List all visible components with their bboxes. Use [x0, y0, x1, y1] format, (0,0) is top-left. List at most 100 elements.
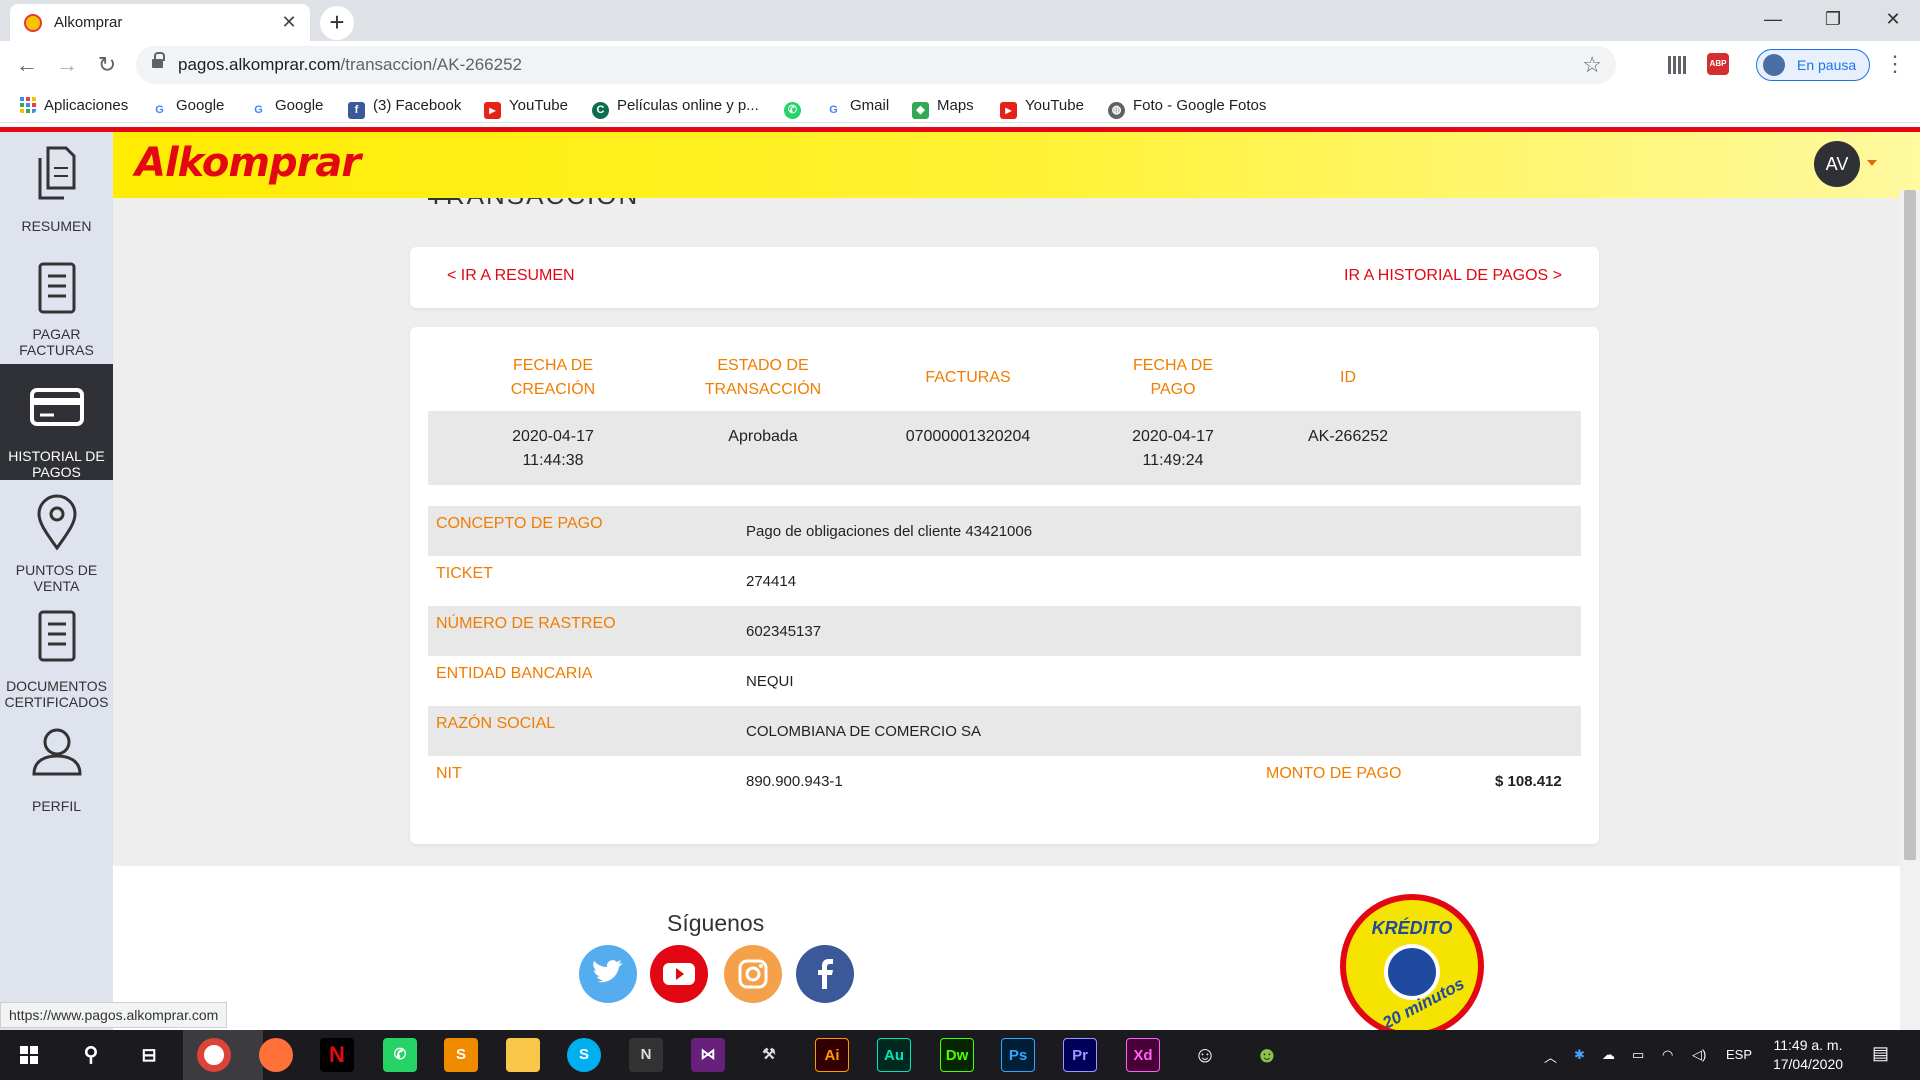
task-view-icon[interactable]: ⊟: [132, 1038, 166, 1072]
bookmark-youtube-1[interactable]: ▶ YouTube: [484, 96, 568, 119]
payment-amount-value: $ 108.412: [1495, 773, 1562, 790]
page-scrollbar[interactable]: [1900, 190, 1920, 1030]
payment-datetime: 2020-04-17 11:49:24: [1132, 428, 1214, 469]
detail-value: 890.900.943-1: [746, 773, 843, 790]
site-footer: Síguenos KRÉDITO En 20 minutos: [113, 866, 1900, 1030]
window-close-icon[interactable]: ✕: [1870, 4, 1916, 34]
bookmark-google-fotos[interactable]: ◍ Foto - Google Fotos: [1108, 96, 1266, 119]
bookmark-youtube-2[interactable]: ▶ YouTube: [1000, 96, 1084, 119]
transaction-card: FECHA DE CREACIÓN ESTADO DE TRANSACCIÓN …: [410, 327, 1599, 844]
bookmark-whatsapp[interactable]: ✆: [784, 96, 809, 119]
skype-icon[interactable]: S: [567, 1038, 601, 1072]
language-indicator[interactable]: ESP: [1726, 1047, 1752, 1062]
restore-icon[interactable]: ❐: [1810, 4, 1856, 34]
kredito-badge[interactable]: KRÉDITO En 20 minutos: [1340, 894, 1484, 1030]
table-row: 2020-04-17 11:44:38 Aprobada 07000001320…: [428, 411, 1581, 485]
detail-label: ENTIDAD BANCARIA: [436, 665, 593, 682]
search-icon[interactable]: ⚲: [74, 1038, 108, 1072]
chrome-icon[interactable]: [197, 1038, 231, 1072]
bookmark-maps[interactable]: ◆ Maps: [912, 96, 974, 119]
user-avatar[interactable]: AV: [1814, 141, 1860, 187]
new-tab-button[interactable]: +: [320, 6, 354, 40]
minimize-icon[interactable]: —: [1750, 4, 1796, 34]
forward-arrow-icon[interactable]: →: [52, 51, 82, 79]
twitter-icon[interactable]: [579, 945, 637, 1003]
column-header: ID: [1340, 369, 1356, 386]
firefox-icon[interactable]: [259, 1038, 293, 1072]
battery-icon[interactable]: ▭: [1632, 1047, 1644, 1063]
sidebar-item-resumen[interactable]: RESUMEN: [0, 132, 113, 248]
file-explorer-icon[interactable]: [506, 1038, 540, 1072]
sidebar-item-perfil[interactable]: PERFIL: [0, 712, 113, 828]
windows-start-icon[interactable]: [12, 1038, 46, 1072]
google-icon: G: [151, 102, 168, 119]
photoshop-icon[interactable]: Ps: [1001, 1038, 1035, 1072]
profile-pause-button[interactable]: En pausa: [1756, 49, 1870, 81]
detail-label: NÚMERO DE RASTREO: [436, 615, 616, 632]
browser-tab[interactable]: Alkomprar ✕: [10, 4, 310, 41]
user-icon: [32, 728, 82, 776]
audition-icon[interactable]: Au: [877, 1038, 911, 1072]
sidebar-item-documentos-certificados[interactable]: DOCUMENTOS CERTIFICADOS: [0, 596, 113, 712]
address-bar[interactable]: pagos.alkomprar.com/transaccion/AK-26625…: [136, 46, 1616, 84]
scrollbar-thumb[interactable]: [1904, 190, 1916, 860]
sidebar-item-pagar-facturas[interactable]: PAGAR FACTURAS: [0, 248, 113, 364]
notifications-icon[interactable]: ▤: [1872, 1043, 1889, 1064]
cloud-sync-icon[interactable]: ☁: [1602, 1047, 1615, 1063]
sidebar-label: PERFIL: [31, 798, 81, 814]
taskbar-clock[interactable]: 11:49 a. m. 17/04/2020: [1772, 1036, 1844, 1074]
netflix-icon[interactable]: N: [320, 1038, 354, 1072]
notion-icon[interactable]: N: [629, 1038, 663, 1072]
alkomprar-logo[interactable]: Alkomprar: [135, 140, 361, 186]
detail-row-rastreo: NÚMERO DE RASTREO 602345137: [428, 606, 1581, 656]
sidebar-item-historial-de-pagos[interactable]: HISTORIAL DE PAGOS: [0, 364, 113, 480]
bookmark-google-2[interactable]: G Google: [250, 96, 323, 119]
youtube-icon[interactable]: [650, 945, 708, 1003]
dreamweaver-icon[interactable]: Dw: [940, 1038, 974, 1072]
sublime-icon[interactable]: S: [444, 1038, 478, 1072]
google-icon: G: [825, 102, 842, 119]
chameleon-icon[interactable]: ☻: [1250, 1038, 1284, 1072]
site-header: Alkomprar AV: [113, 132, 1920, 198]
tab-title: Alkomprar: [54, 14, 123, 31]
detail-value: 274414: [746, 573, 797, 590]
tools-icon[interactable]: ⚒: [752, 1038, 786, 1072]
adblock-icon[interactable]: ABP: [1707, 53, 1729, 75]
bookmark-gmail[interactable]: G Gmail: [825, 96, 889, 119]
tray-chevron-icon[interactable]: ︿: [1544, 1047, 1557, 1066]
facebook-icon[interactable]: [796, 945, 854, 1003]
url-text[interactable]: pagos.alkomprar.com/transaccion/AK-26625…: [178, 55, 522, 75]
go-to-payment-history-link[interactable]: IR A HISTORIAL DE PAGOS >: [1344, 267, 1562, 285]
visual-studio-icon[interactable]: ⋈: [691, 1038, 725, 1072]
detail-row-concepto: CONCEPTO DE PAGO Pago de obligaciones de…: [428, 506, 1581, 556]
xd-icon[interactable]: Xd: [1126, 1038, 1160, 1072]
detail-label: TICKET: [436, 565, 493, 582]
whatsapp-icon[interactable]: ✆: [383, 1038, 417, 1072]
reload-icon[interactable]: ↻: [92, 51, 122, 79]
tab-close-icon[interactable]: ✕: [278, 11, 300, 33]
status-bar-url: https://www.pagos.alkomprar.com: [0, 1002, 228, 1028]
volume-icon[interactable]: ◁): [1692, 1047, 1706, 1063]
go-to-summary-link[interactable]: < IR A RESUMEN: [447, 267, 575, 285]
user-menu-caret-icon[interactable]: [1867, 160, 1877, 166]
windows-taskbar: ⚲ ⊟ N ✆ S S N ⋈ ⚒ Ai Au Dw Ps Pr Xd ☺ ☻ …: [0, 1030, 1920, 1080]
extensions-grid-icon[interactable]: [1668, 56, 1686, 74]
back-arrow-icon[interactable]: ←: [12, 51, 42, 79]
sidebar-item-puntos-de-venta[interactable]: PUNTOS DE VENTA: [0, 480, 113, 596]
bluetooth-icon[interactable]: ✱: [1574, 1047, 1585, 1063]
transaction-table-header: FECHA DE CREACIÓN ESTADO DE TRANSACCIÓN …: [428, 345, 1581, 411]
wifi-icon[interactable]: ◠: [1662, 1047, 1673, 1063]
premiere-icon[interactable]: Pr: [1063, 1038, 1097, 1072]
bookmark-facebook[interactable]: f (3) Facebook: [348, 96, 461, 119]
credit-card-icon: [30, 388, 84, 426]
bookmark-star-icon[interactable]: ☆: [1582, 52, 1602, 78]
bookmark-aplicaciones[interactable]: Aplicaciones: [19, 96, 128, 116]
bookmark-peliculas[interactable]: C Películas online y p...: [592, 96, 759, 119]
instagram-icon[interactable]: [724, 945, 782, 1003]
bookmark-google-1[interactable]: G Google: [151, 96, 224, 119]
illustrator-icon[interactable]: Ai: [815, 1038, 849, 1072]
emoji-app-icon[interactable]: ☺: [1188, 1038, 1222, 1072]
bookmarks-bar: Aplicaciones G Google G Google f (3) Facebo…: [0, 89, 1920, 123]
menu-kebab-icon[interactable]: ⋮: [1884, 51, 1906, 77]
detail-value: NEQUI: [746, 673, 794, 690]
